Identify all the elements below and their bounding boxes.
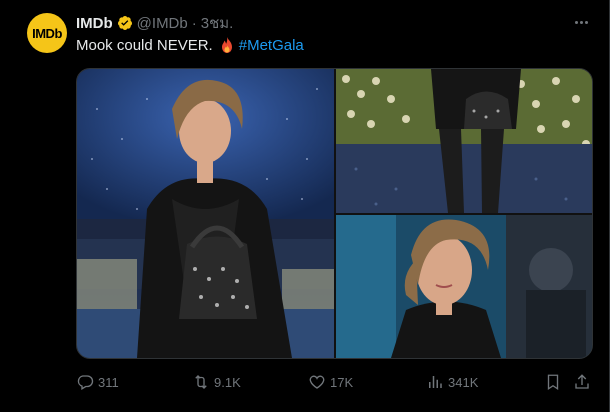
tweet[interactable]: IMDb IMDb @IMDb · 3ชม. Mook could NEVER.… (0, 0, 610, 412)
bookmark-button[interactable] (544, 372, 566, 392)
heart-icon (309, 375, 325, 389)
repost-button[interactable]: 9.1K (192, 372, 241, 392)
reply-count: 311 (98, 374, 119, 390)
action-bar: 311 9.1K 17K 341K (76, 372, 593, 392)
like-count: 17K (330, 374, 354, 390)
avatar-logo-text: IMDb (32, 25, 62, 41)
tweet-header: IMDb @IMDb · 3ชม. (76, 13, 233, 33)
reply-icon (77, 375, 94, 390)
views-chart-icon (429, 376, 442, 388)
view-count: 341K (448, 374, 479, 390)
separator: · (191, 14, 197, 32)
tweet-body: Mook could NEVER. (76, 36, 213, 54)
avatar[interactable]: IMDb (27, 13, 67, 53)
repost-icon (195, 375, 207, 389)
hashtag-link[interactable]: #MetGala (239, 37, 304, 54)
fire-emoji-icon (219, 36, 235, 54)
verified-badge-icon[interactable] (117, 15, 133, 31)
share-icon (575, 374, 589, 389)
views-button[interactable]: 341K (426, 372, 478, 392)
repost-count: 9.1K (214, 374, 241, 390)
bookmark-icon (547, 374, 559, 391)
more-options-icon[interactable] (571, 12, 591, 32)
photo-2[interactable] (336, 69, 592, 213)
tweet-text: Mook could NEVER. #MetGala (76, 36, 304, 54)
timestamp[interactable]: 3ชม. (201, 11, 234, 35)
reply-button[interactable]: 311 (76, 372, 119, 392)
author-name[interactable]: IMDb (76, 15, 113, 32)
share-button[interactable] (573, 372, 595, 392)
photo-3[interactable] (336, 215, 592, 358)
photo-1[interactable] (77, 69, 334, 358)
like-button[interactable]: 17K (308, 372, 353, 392)
media-grid (76, 68, 593, 359)
author-handle[interactable]: @IMDb (137, 15, 188, 32)
